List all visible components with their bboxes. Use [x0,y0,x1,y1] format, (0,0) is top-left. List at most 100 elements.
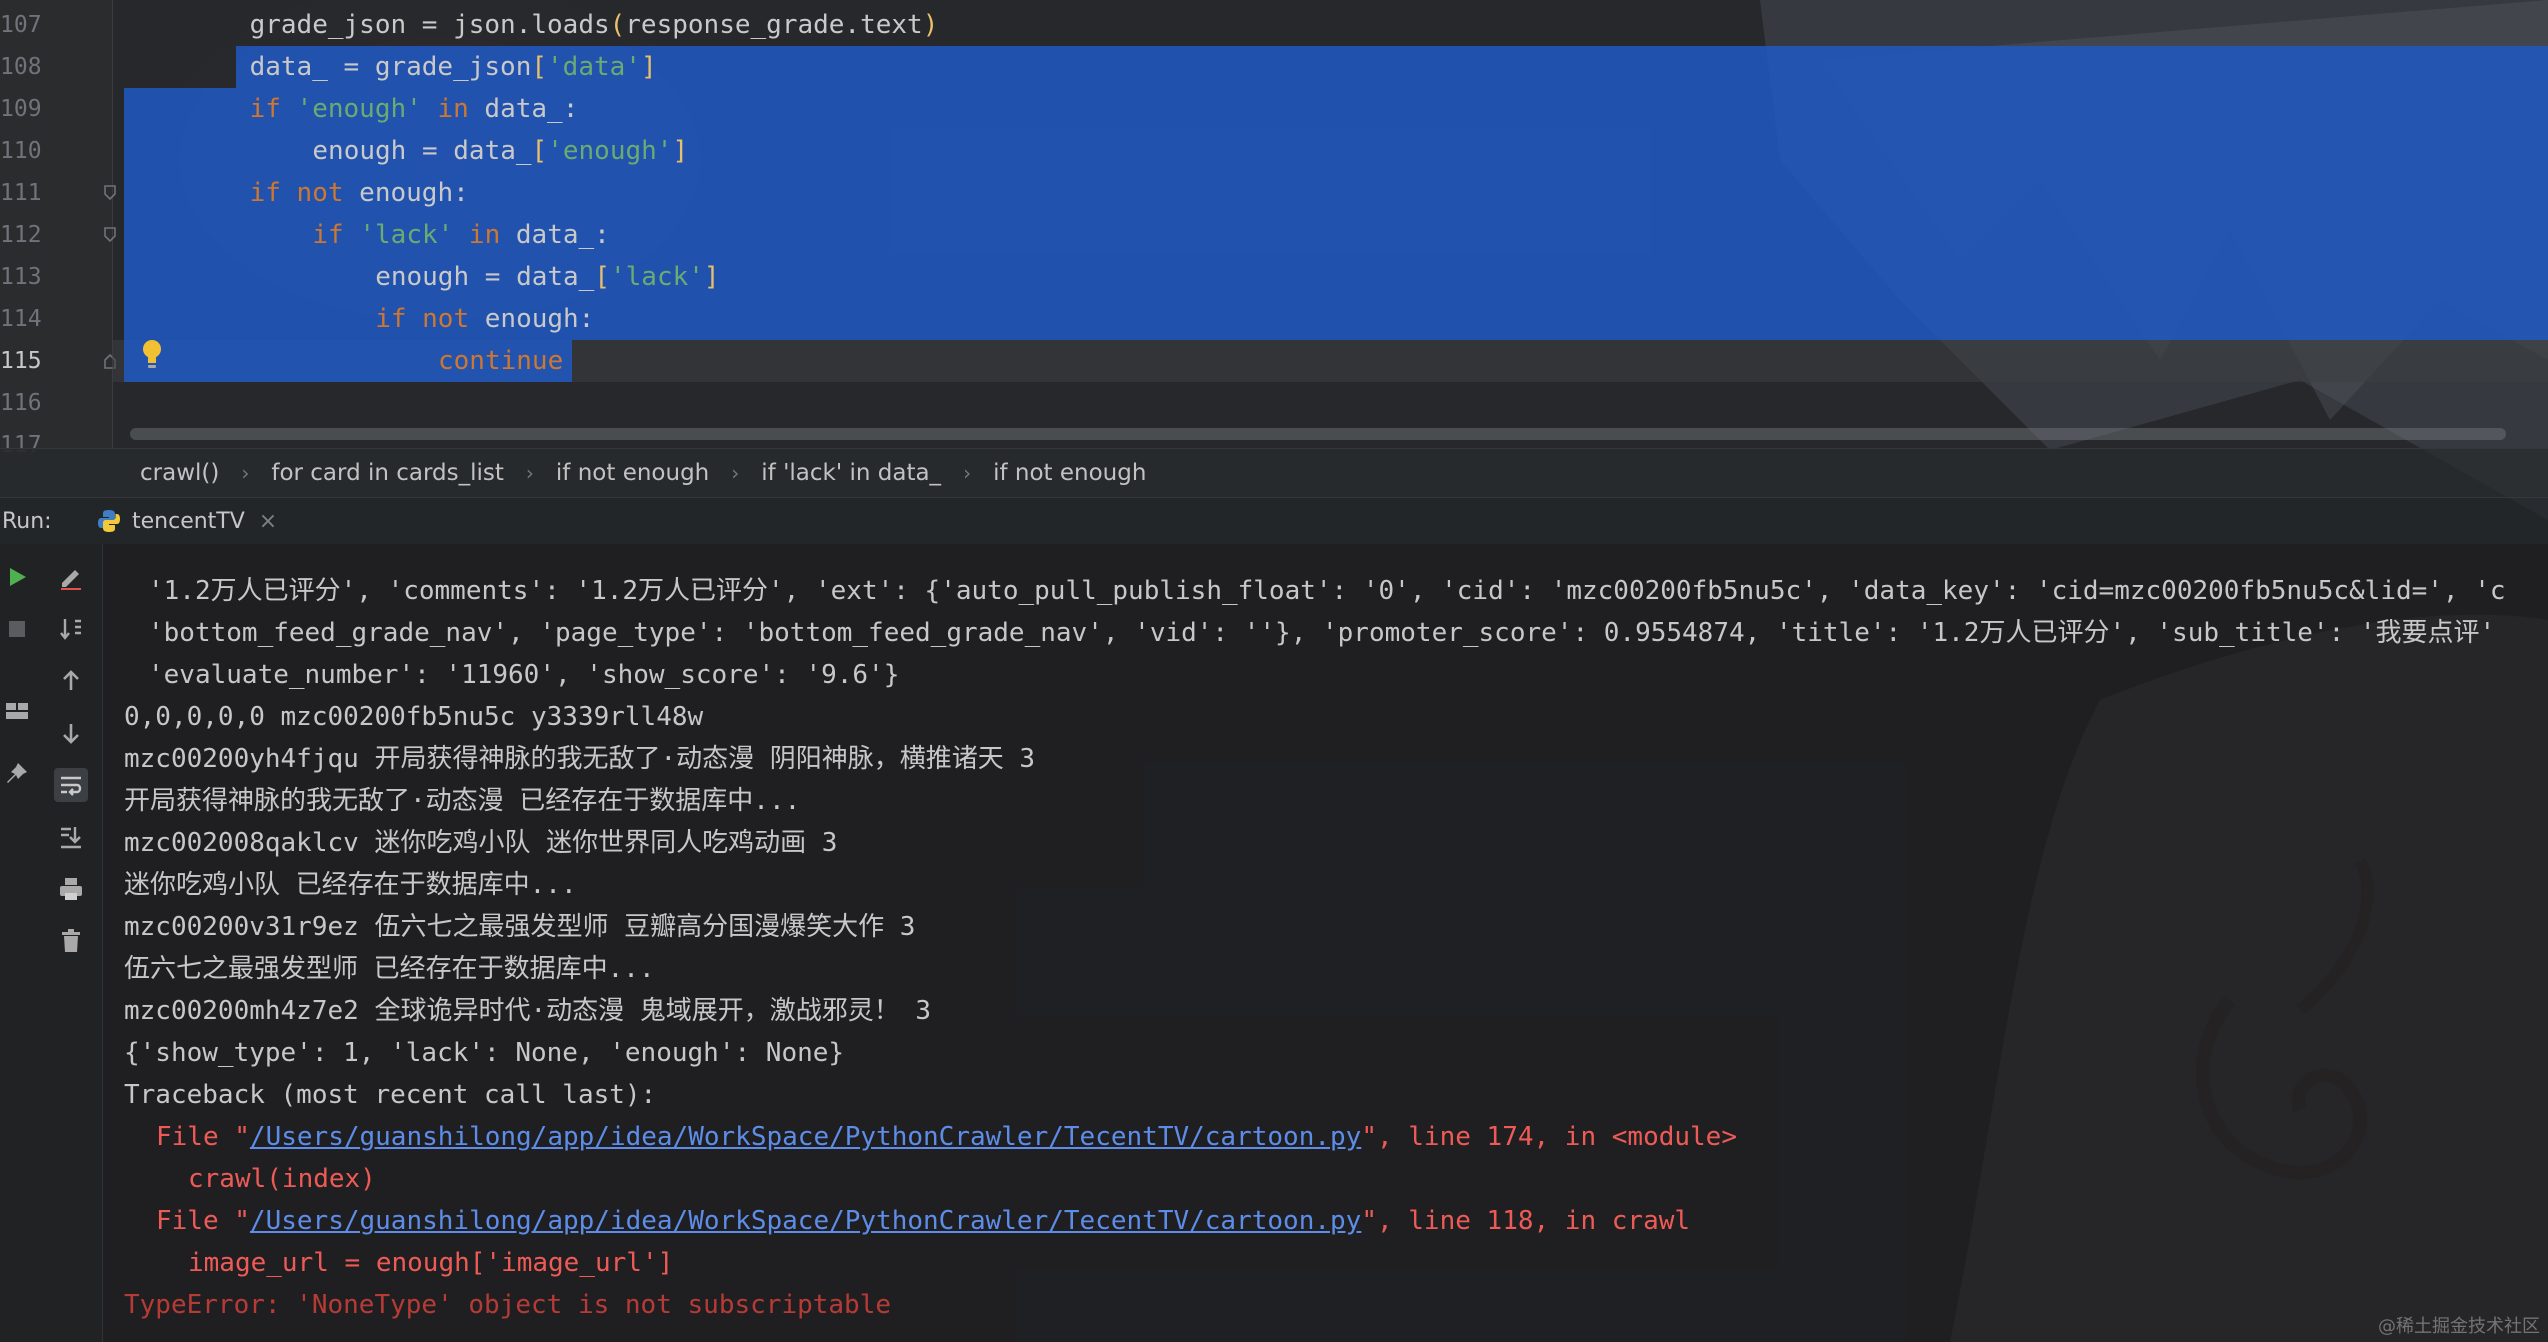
code-token: data_ = grade_json [249,52,532,82]
tab-tencenttv[interactable]: tencentTV × [84,498,289,544]
line-number: 112 [0,222,42,248]
run-label: Run: [2,508,52,534]
code-token: if not [249,178,360,208]
code-token: 'enough' [296,94,422,124]
console-line: 伍六七之最强发型师 已经存在于数据库中... [124,948,655,990]
breadcrumb-item[interactable]: if not enough [546,460,719,486]
python-icon [98,510,120,532]
code-line[interactable]: enough = data_['enough'] [312,130,688,172]
breadcrumb: crawl() › for card in cards_list › if no… [0,448,2548,498]
sort-icon[interactable] [54,612,88,646]
code-token: if [249,94,297,124]
traceback-line: crawl(index) [188,1158,376,1200]
code-editor[interactable]: 107 108 109 110 111 112 113 114 115 116 … [0,0,2548,458]
code-line[interactable]: if 'lack' in data_: [312,214,609,256]
code-token: enough = data_ [375,262,595,292]
code-token: 'lack' [359,220,454,250]
output-text: TypeError: 'NoneType' object is not subs… [124,1290,892,1320]
code-token: 'enough' [547,136,673,166]
breadcrumb-item[interactable]: crawl() [130,460,229,486]
fold-marker-icon[interactable] [103,184,117,202]
code-token: enough: [484,304,595,334]
traceback-line: File "/Users/guanshilong/app/idea/WorkSp… [156,1200,1690,1242]
output-text: ", line 174, in <module> [1361,1122,1737,1152]
breadcrumb-item[interactable]: for card in cards_list [261,460,514,486]
console-line: mzc00200v31r9ez 伍六七之最强发型师 豆瓣高分国漫爆笑大作 3 [124,906,915,948]
code-token: response_grade.text [625,10,923,40]
console-line: 'evaluate_number': '11960', 'show_score'… [148,654,899,696]
code-token: in [453,220,516,250]
code-token: enough = data_ [312,136,532,166]
code-token: ( [609,10,626,40]
console-line: mzc00200mh4z7e2 全球诡异时代·动态漫 鬼域展开，激战邪灵！ 3 [124,990,931,1032]
code-line[interactable]: if 'enough' in data_: [250,88,579,130]
output-text: 开局获得神脉的我无敌了·动态漫 已经存在于数据库中... [124,786,801,816]
code-line[interactable]: data_ = grade_json['data'] [250,46,657,88]
code-token: grade_json = json.loads [249,10,610,40]
file-path-link[interactable]: /Users/guanshilong/app/idea/WorkSpace/Py… [250,1122,1361,1152]
file-path-link[interactable]: /Users/guanshilong/app/idea/WorkSpace/Py… [250,1206,1361,1236]
output-text: 迷你吃鸡小队 已经存在于数据库中... [124,870,577,900]
run-panel-header: Run: tencentTV × [0,498,2548,544]
code-line[interactable]: if not enough: [375,298,594,340]
code-token: ] [640,52,657,82]
console-line: mzc002008qaklcv 迷你吃鸡小队 迷你世界同人吃鸡动画 3 [124,822,837,864]
line-number: 111 [0,180,42,206]
console-line: 0,0,0,0,0 mzc00200fb5nu5c y3339rll48w [124,696,703,738]
close-icon[interactable]: × [259,509,277,534]
code-token: in [421,94,485,124]
soft-wrap-icon[interactable] [54,768,88,802]
breadcrumb-item[interactable]: if 'lack' in data_ [751,460,951,486]
stop-icon[interactable] [0,612,34,646]
code-token: ] [703,262,720,292]
traceback-line: image_url = enough['image_url'] [188,1242,673,1284]
code-token: enough: [359,178,469,208]
rerun-icon[interactable] [0,560,34,594]
scroll-up-icon[interactable] [54,664,88,698]
console-line: Traceback (most recent call last): [124,1074,656,1116]
layout-icon[interactable] [0,694,34,728]
line-number: 114 [0,306,42,332]
code-token: if not [375,304,485,334]
breadcrumb-separator: › [241,461,250,485]
line-number: 109 [0,96,42,122]
code-line[interactable]: grade_json = json.loads(response_grade.t… [250,4,939,46]
pin-icon[interactable] [0,756,34,790]
line-number-gutter: 107 108 109 110 111 112 113 114 115 116 … [0,0,113,458]
line-number: 113 [0,264,42,290]
console-line: {'show_type': 1, 'lack': None, 'enough':… [124,1032,844,1074]
line-number: 110 [0,138,42,164]
output-text: 伍六七之最强发型师 已经存在于数据库中... [124,954,655,984]
code-line[interactable]: if not enough: [250,172,469,214]
line-number-current: 115 [0,348,42,374]
output-text: 'bottom_feed_grade_nav', 'page_type': 'b… [148,618,2496,648]
lightbulb-icon[interactable] [140,338,164,372]
tab-label: tencentTV [132,508,245,534]
breadcrumb-separator: › [731,461,740,485]
console-line: mzc00200yh4fjqu 开局获得神脉的我无敌了·动态漫 阴阳神脉，横推诸… [124,738,1035,780]
code-token: 'lack' [610,262,704,292]
console-line: 'bottom_feed_grade_nav', 'page_type': 'b… [148,612,2495,654]
line-number: 107 [0,12,42,38]
code-token: [ [594,262,610,292]
fold-marker-icon[interactable] [103,226,117,244]
scroll-down-icon[interactable] [54,716,88,750]
code-line[interactable]: enough = data_['lack'] [375,256,719,298]
code-line[interactable]: continue [438,340,563,382]
line-number: 116 [0,390,42,416]
breadcrumb-separator: › [963,461,972,485]
scroll-to-end-icon[interactable] [54,820,88,854]
output-text: mzc00200mh4z7e2 全球诡异时代·动态漫 鬼域展开，激战邪灵！ 3 [124,996,932,1026]
console-line: 迷你吃鸡小队 已经存在于数据库中... [124,864,577,906]
code-token: ) [922,10,939,40]
output-text: 0,0,0,0,0 mzc00200fb5nu5c y3339rll48w [124,702,704,732]
console-output[interactable]: '1.2万人已评分', 'comments': '1.2万人已评分', 'ext… [0,544,2548,1342]
output-text: '1.2万人已评分', 'comments': '1.2万人已评分', 'ext… [148,576,2506,606]
output-text: mzc002008qaklcv 迷你吃鸡小队 迷你世界同人吃鸡动画 3 [124,828,838,858]
breadcrumb-item[interactable]: if not enough [983,460,1156,486]
edit-config-icon[interactable] [54,560,88,594]
clear-icon[interactable] [54,924,88,958]
print-icon[interactable] [54,872,88,906]
watermark: @稀土掘金技术社区 [2378,1316,2540,1337]
horizontal-scrollbar[interactable] [130,428,2506,440]
